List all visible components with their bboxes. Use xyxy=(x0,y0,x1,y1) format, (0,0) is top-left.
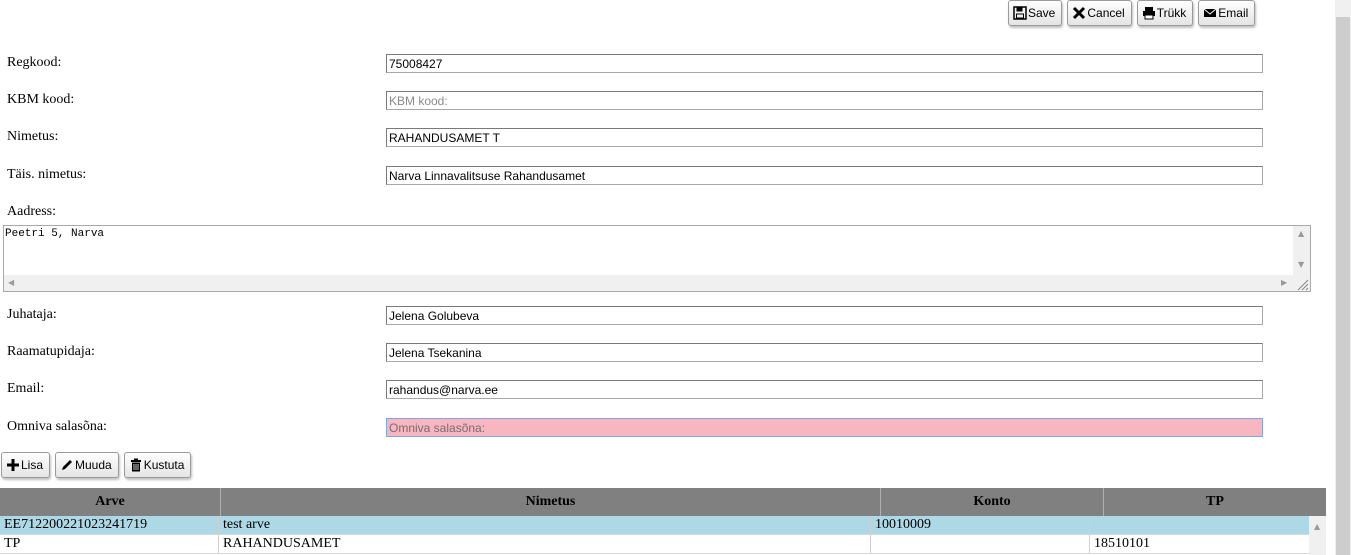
grid-header: Arve Nimetus Konto TP xyxy=(0,488,1326,516)
raamatupidaja-input[interactable] xyxy=(386,343,1263,362)
cell-nimetus: RAHANDUSAMET xyxy=(219,535,871,553)
email-label: Email: xyxy=(7,381,45,396)
cancel-button[interactable]: Cancel xyxy=(1067,0,1132,26)
delete-button-label: Kustuta xyxy=(143,458,185,472)
cell-konto xyxy=(871,535,1090,553)
scroll-up-icon[interactable]: ▲ xyxy=(1298,229,1304,238)
scroll-up-icon[interactable]: ▲ xyxy=(1314,522,1320,531)
kbm-input[interactable] xyxy=(386,91,1263,110)
juhataja-label: Juhataja: xyxy=(7,307,57,322)
edit-button-label: Muuda xyxy=(75,458,112,472)
cell-tp xyxy=(1090,516,1309,534)
aadress-vertical-scrollbar[interactable]: ▲ ▼ xyxy=(1293,226,1310,275)
aadress-textarea[interactable]: Peetri 5, Narva xyxy=(4,226,1294,275)
nimetus-label: Nimetus: xyxy=(7,129,59,144)
email-button-label: Email xyxy=(1218,6,1249,20)
close-icon xyxy=(1073,6,1086,20)
grid-body: EE712200221023241719 test arve 10010009 … xyxy=(0,516,1326,554)
plus-icon xyxy=(7,459,19,471)
grid-vertical-scrollbar[interactable]: ▲ xyxy=(1309,516,1326,555)
kbm-label: KBM kood: xyxy=(7,92,75,107)
page-scrollbar-thumb[interactable] xyxy=(1336,17,1350,555)
column-header-konto[interactable]: Konto xyxy=(881,488,1104,516)
printer-icon xyxy=(1142,7,1155,20)
floppy-disk-icon xyxy=(1013,6,1027,20)
toolbar: Save Cancel Trükk Email xyxy=(1008,0,1256,26)
print-button[interactable]: Trükk xyxy=(1136,0,1194,26)
column-header-tp[interactable]: TP xyxy=(1104,488,1326,516)
raamatupidaja-label: Raamatupidaja: xyxy=(7,344,95,359)
resize-grip-icon[interactable] xyxy=(1293,275,1310,291)
column-header-nimetus[interactable]: Nimetus xyxy=(221,488,881,516)
save-button[interactable]: Save xyxy=(1008,0,1063,26)
scroll-down-icon[interactable]: ▼ xyxy=(1298,260,1304,269)
omniva-label: Omniva salasõna: xyxy=(7,419,107,434)
envelope-icon xyxy=(1203,8,1217,17)
cell-nimetus: test arve xyxy=(219,516,871,534)
edit-button[interactable]: Muuda xyxy=(55,452,119,478)
table-row[interactable]: EE712200221023241719 test arve 10010009 xyxy=(0,516,1326,535)
add-button-label: Lisa xyxy=(21,458,44,472)
delete-button[interactable]: Kustuta xyxy=(123,452,192,478)
tais-nimetus-input[interactable] xyxy=(386,166,1263,185)
table-row[interactable]: TP RAHANDUSAMET 18510101 xyxy=(0,535,1326,554)
email-input[interactable] xyxy=(386,380,1263,399)
regkood-input[interactable] xyxy=(386,54,1263,73)
save-button-label: Save xyxy=(1028,6,1056,20)
column-header-arve[interactable]: Arve xyxy=(0,488,221,516)
tais-nimetus-label: Täis. nimetus: xyxy=(7,167,87,182)
trash-icon xyxy=(130,458,141,472)
omniva-password-input[interactable] xyxy=(386,418,1263,437)
aadress-textarea-wrapper: Peetri 5, Narva ▲ ▼ ◀ ▶ xyxy=(3,225,1311,292)
cell-arve: TP xyxy=(0,535,219,553)
scroll-left-icon[interactable]: ◀ xyxy=(8,278,14,287)
grid-actions: Lisa Muuda Kustuta xyxy=(1,452,192,478)
scroll-right-icon[interactable]: ▶ xyxy=(1281,278,1287,287)
cancel-button-label: Cancel xyxy=(1087,6,1125,20)
juhataja-input[interactable] xyxy=(386,306,1263,325)
aadress-label: Aadress: xyxy=(7,204,56,219)
cell-konto: 10010009 xyxy=(871,516,1090,534)
pencil-icon xyxy=(62,460,73,470)
email-button[interactable]: Email xyxy=(1198,0,1256,26)
cell-tp: 18510101 xyxy=(1094,536,1150,551)
cell-arve: EE712200221023241719 xyxy=(0,516,219,534)
print-button-label: Trükk xyxy=(1156,6,1187,20)
regkood-label: Regkood: xyxy=(7,55,62,70)
aadress-horizontal-scrollbar[interactable]: ◀ ▶ xyxy=(4,275,1294,291)
nimetus-input[interactable] xyxy=(386,128,1263,147)
add-button[interactable]: Lisa xyxy=(1,452,51,478)
